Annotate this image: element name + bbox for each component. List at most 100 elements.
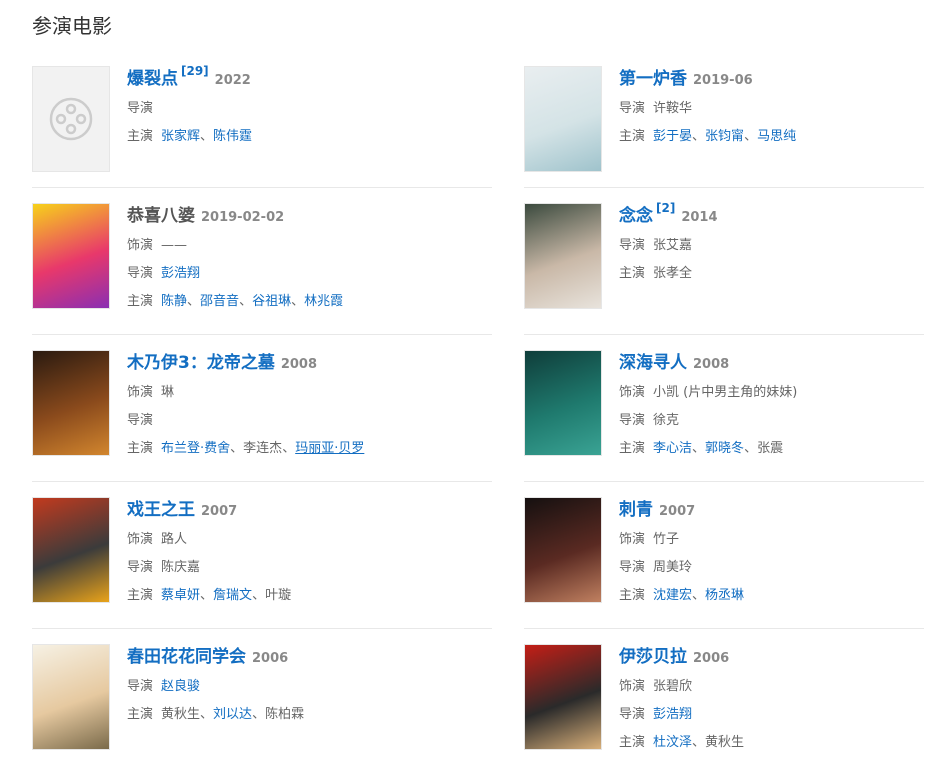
film-item: 爆裂点 [29] 2022 导演主演 张家辉、陈伟霆 — [32, 64, 492, 172]
credit-row: 主演 布兰登·费舍、李连杰、玛丽亚·贝罗 — [127, 435, 492, 463]
film-info: 春田花花同学会 2006 导演 赵良骏 主演 黄秋生、刘以达、陈柏霖 — [127, 644, 492, 729]
person-name: 许鞍华 — [653, 101, 693, 116]
person-name: 陈庆嘉 — [161, 560, 201, 575]
film-info: 爆裂点 [29] 2022 导演主演 张家辉、陈伟霆 — [127, 64, 492, 151]
person-link[interactable]: 陈静 — [161, 294, 187, 309]
credit-label: 导演 — [619, 707, 646, 722]
person-name: 叶璇 — [265, 588, 292, 603]
film-poster[interactable] — [524, 350, 602, 456]
credit-label: 导演 — [619, 238, 646, 253]
person-link[interactable]: 马思纯 — [757, 129, 796, 144]
person-link[interactable]: 李心洁 — [653, 441, 692, 456]
film-grid: 爆裂点 [29]2022 导演 主演 张家辉、陈伟霆 第一炉香 2019-06 导演 许鞍华 主演… — [0, 0, 925, 771]
person-link[interactable]: 郭晓冬 — [705, 441, 744, 456]
credit-label: 主演 — [619, 266, 646, 281]
name-separator: 、 — [187, 294, 201, 309]
film-poster[interactable] — [32, 350, 110, 456]
credit-label: 主演 — [127, 129, 154, 144]
person-link[interactable]: 赵良骏 — [161, 679, 200, 694]
credit-label: 主演 — [127, 588, 154, 603]
person-name: 琳 — [161, 385, 175, 400]
film-poster[interactable] — [524, 203, 602, 309]
film-item: 恭喜八婆 2019-02-02 饰演 —— 导演 彭浩翔 主演 陈静、邵音音、谷祖琳、林兆霞 — [32, 203, 492, 309]
film-title-link[interactable]: 爆裂点 — [127, 69, 178, 89]
person-name: 张震 — [757, 441, 784, 456]
credit-row: 导演 彭浩翔 — [127, 260, 492, 288]
film-title-link[interactable]: 戏王之王 — [127, 500, 195, 520]
credit-row: 导演 彭浩翔 — [619, 701, 924, 729]
name-separator: 、 — [744, 441, 758, 456]
person-link[interactable]: 杨丞琳 — [705, 588, 744, 603]
film-poster[interactable] — [32, 644, 110, 750]
film-title-line: 刺青 2007 — [619, 497, 924, 523]
credit-label: 导演 — [619, 560, 646, 575]
credit-row: 主演 张家辉、陈伟霆 — [127, 123, 492, 151]
credit-label: 导演 — [619, 413, 646, 428]
film-title-link[interactable]: 春田花花同学会 — [127, 647, 246, 667]
person-link[interactable]: 张钧甯 — [705, 129, 744, 144]
credit-label: 导演 — [127, 101, 154, 116]
person-link[interactable]: 蔡卓妍 — [161, 588, 200, 603]
film-title-line: 深海寻人 2008 — [619, 350, 924, 376]
film-title-line: 念念 [2] 2014 — [619, 201, 924, 229]
credit-row: 导演 — [127, 407, 492, 435]
film-year: 2006 — [693, 651, 730, 666]
film-title-link[interactable]: 第一炉香 — [619, 69, 687, 89]
name-separator: 、 — [200, 129, 214, 144]
person-link[interactable]: 沈建宏 — [653, 588, 692, 603]
credit-row: 导演 许鞍华 — [619, 95, 924, 123]
person-name: 李连杰 — [243, 441, 283, 456]
row-divider — [524, 628, 924, 629]
film-poster[interactable] — [524, 66, 602, 172]
film-poster[interactable] — [32, 497, 110, 603]
film-item: 深海寻人 2008 饰演 小凯 (片中男主角的妹妹) 导演 徐克 主演 李心洁、郭晓冬、张震 — [524, 350, 924, 456]
film-item: 刺青 2007 饰演 竹子 导演 周美玲 主演 沈建宏、杨丞琳 — [524, 497, 924, 603]
film-title-link[interactable]: 念念 — [619, 206, 653, 226]
row-divider — [524, 187, 924, 188]
person-link[interactable]: 彭浩翔 — [161, 266, 200, 281]
reference-marker[interactable]: [2] — [656, 201, 675, 215]
credit-row: 导演 徐克 — [619, 407, 924, 435]
credit-label: 饰演 — [619, 385, 646, 400]
person-link[interactable]: 詹瑞文 — [213, 588, 252, 603]
credit-row: 导演 陈庆嘉 — [127, 554, 492, 582]
person-link[interactable]: 谷祖琳 — [252, 294, 291, 309]
person-link[interactable]: 林兆霞 — [304, 294, 343, 309]
film-year: 2007 — [201, 504, 238, 519]
person-link[interactable]: 刘以达 — [213, 707, 252, 722]
film-title-line: 爆裂点 [29] 2022 — [127, 64, 492, 92]
film-title-link[interactable]: 伊莎贝拉 — [619, 647, 687, 667]
film-poster[interactable] — [524, 644, 602, 750]
name-separator: 、 — [200, 588, 214, 603]
film-year: 2008 — [280, 357, 318, 372]
name-separator: 、 — [282, 441, 296, 456]
credit-label: 主演 — [127, 441, 154, 456]
reference-marker[interactable]: [29] — [181, 64, 209, 78]
person-link[interactable]: 彭浩翔 — [653, 707, 692, 722]
person-link[interactable]: 张家辉 — [161, 129, 200, 144]
person-name: 黄秋生 — [705, 735, 745, 750]
person-name: 张碧欣 — [653, 679, 693, 694]
person-link[interactable]: 布兰登·费舍 — [161, 441, 230, 456]
film-year: 2006 — [252, 651, 289, 666]
credit-row: 饰演 竹子 — [619, 526, 924, 554]
film-title-link[interactable]: 刺青 — [619, 500, 653, 520]
film-poster[interactable] — [32, 66, 110, 172]
person-link[interactable]: 杜汶泽 — [653, 735, 692, 750]
person-link[interactable]: 陈伟霆 — [213, 129, 252, 144]
credit-label: 主演 — [619, 129, 646, 144]
film-info: 第一炉香 2019-06 导演 许鞍华 主演 彭于晏、张钧甯、马思纯 — [619, 66, 924, 151]
film-poster[interactable] — [524, 497, 602, 603]
credit-row: 饰演 路人 — [127, 526, 492, 554]
film-info: 戏王之王 2007 饰演 路人 导演 陈庆嘉 主演 蔡卓妍、詹瑞文、叶璇 — [127, 497, 492, 610]
person-link[interactable]: 邵音音 — [200, 294, 239, 309]
film-title-link[interactable]: 深海寻人 — [619, 353, 687, 373]
person-link[interactable]: 彭于晏 — [653, 129, 692, 144]
film-title-link[interactable]: 木乃伊3：龙帝之墓 — [127, 353, 275, 373]
person-name: 周美玲 — [653, 560, 693, 575]
film-title-link[interactable]: 恭喜八婆 — [127, 206, 195, 226]
film-title-line: 春田花花同学会 2006 — [127, 644, 492, 670]
film-info: 伊莎贝拉 2006 饰演 张碧欣 导演 彭浩翔 主演 杜汶泽、黄秋生 — [619, 644, 924, 757]
film-poster[interactable] — [32, 203, 110, 309]
person-link[interactable]: 玛丽亚·贝罗 — [295, 441, 364, 456]
